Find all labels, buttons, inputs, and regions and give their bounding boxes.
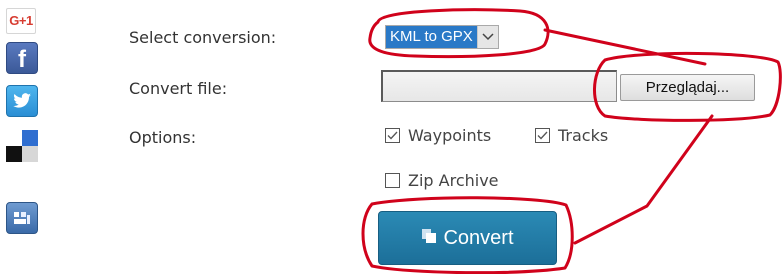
delicious-share-button[interactable] [6, 130, 38, 162]
zip-archive-checkbox[interactable] [385, 173, 400, 188]
file-path-field[interactable] [381, 70, 617, 102]
share-icon [14, 212, 30, 224]
convert-button[interactable]: Convert [378, 211, 557, 265]
waypoints-label: Waypoints [408, 126, 492, 145]
zip-archive-option[interactable]: Zip Archive [385, 171, 499, 190]
convert-file-label: Convert file: [129, 79, 228, 98]
waypoints-option[interactable]: Waypoints [385, 126, 491, 145]
twitter-share-button[interactable] [6, 85, 38, 117]
share-button[interactable] [6, 202, 38, 234]
annotation-line-select-to-browse [543, 28, 707, 66]
google-plus-button[interactable]: G+1 [6, 8, 36, 34]
facebook-share-button[interactable]: f [6, 42, 38, 74]
tracks-checkbox[interactable] [535, 128, 550, 143]
options-label: Options: [129, 128, 197, 147]
zip-archive-label: Zip Archive [408, 171, 499, 190]
copy-icon [421, 227, 437, 250]
google-plus-label: G+1 [9, 13, 33, 28]
tracks-label: Tracks [558, 126, 609, 145]
waypoints-checkbox[interactable] [385, 128, 400, 143]
browse-button[interactable]: Przeglądaj... [620, 74, 755, 101]
tracks-option[interactable]: Tracks [535, 126, 608, 145]
select-conversion-label: Select conversion: [129, 28, 277, 47]
chevron-down-icon[interactable] [476, 26, 498, 48]
delicious-icon [6, 130, 22, 146]
conversion-select-value: KML to GPX [386, 26, 477, 48]
conversion-select[interactable]: KML to GPX [385, 25, 499, 49]
convert-button-label: Convert [443, 226, 514, 249]
facebook-icon: f [18, 46, 26, 73]
twitter-bird-icon [13, 93, 31, 108]
browse-button-label: Przeglądaj... [645, 79, 730, 96]
